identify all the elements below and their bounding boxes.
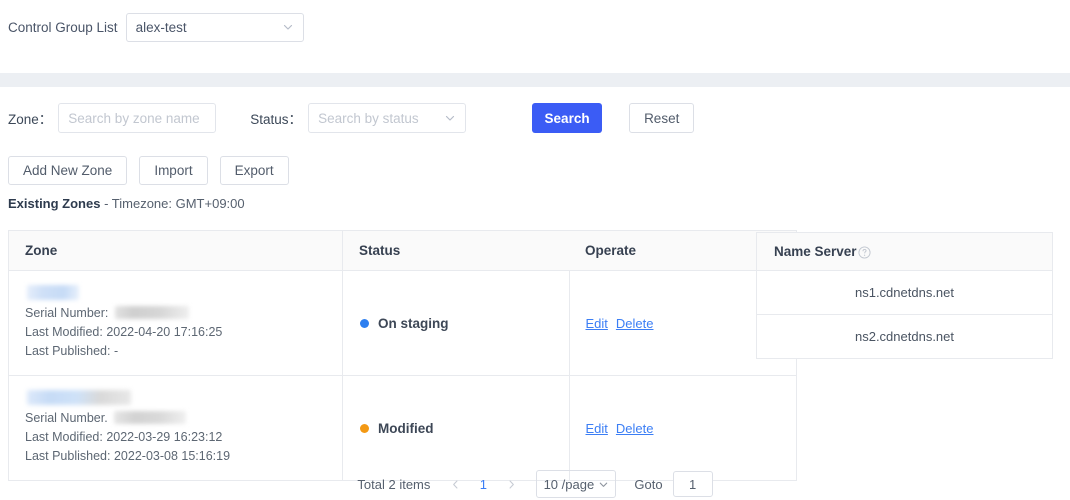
status-search-select[interactable]: Search by status: [308, 103, 467, 133]
status-cell: Modified: [342, 375, 570, 481]
chevron-down-icon: [598, 479, 609, 490]
delete-link[interactable]: Delete: [616, 316, 654, 331]
name-server-title: Name Server: [774, 244, 857, 259]
table-row: Serial Number: Last Modified: 2022-04-20…: [8, 270, 797, 376]
zone-action-toolbar: Add New Zone Import Export: [8, 156, 289, 185]
zone-filter-label: Zone：: [8, 112, 53, 127]
last-published-line: Last Published: -: [25, 342, 342, 361]
last-modified-value: 2022-03-29 16:23:12: [106, 430, 223, 444]
control-group-value: alex-test: [135, 19, 187, 35]
name-server-header-row: Name Server: [756, 232, 1053, 271]
status-dot: [360, 423, 369, 433]
control-group-select[interactable]: alex-test: [125, 12, 304, 42]
zone-cell: Serial Number: Last Modified: 2022-04-20…: [8, 270, 343, 376]
page-size-select[interactable]: 10 /page: [536, 470, 617, 498]
column-header-status: Status: [342, 230, 569, 271]
status-cell: On staging: [342, 270, 570, 376]
serial-number-label: Serial Number:: [25, 306, 109, 320]
status-label: On staging: [378, 315, 449, 331]
filter-toolbar: Zone： Status： Search by status Search Re…: [0, 103, 1070, 133]
serial-number-line: Serial Number.: [25, 409, 342, 428]
last-modified-value: 2022-04-20 17:16:25: [106, 325, 223, 339]
last-modified-line: Last Modified: 2022-03-29 16:23:12: [25, 428, 342, 447]
last-published-line: Last Published: 2022-03-08 15:16:19: [25, 447, 342, 466]
status-label: Modified: [378, 420, 434, 436]
control-group-bar: Control Group List alex-test: [0, 0, 1070, 42]
search-button[interactable]: Search: [532, 103, 603, 133]
control-group-label: Control Group List: [8, 19, 118, 35]
name-server-row: ns1.cdnetdns.net: [756, 270, 1053, 315]
zones-table: Zone Status Operate Serial Number: Last …: [8, 230, 797, 481]
column-header-name-server: Name Server: [756, 232, 1053, 271]
zone-cell: Serial Number. Last Modified: 2022-03-29…: [8, 375, 343, 481]
last-published-value: -: [113, 344, 119, 358]
last-published-label: Last Published:: [25, 344, 111, 358]
zone-search-input[interactable]: [58, 103, 217, 133]
status-dot: [360, 318, 369, 328]
pagination: Total 2 items 1 10 /page Goto: [0, 470, 1070, 498]
serial-number-redacted: [114, 306, 189, 320]
name-server-value: ns1.cdnetdns.net: [756, 270, 1053, 315]
section-divider-band: [0, 73, 1070, 87]
goto-page-input[interactable]: [672, 471, 713, 497]
name-server-row: ns2.cdnetdns.net: [757, 315, 1053, 359]
existing-zones-title: Existing Zones: [8, 196, 101, 211]
reset-button[interactable]: Reset: [629, 103, 695, 133]
zone-name-redacted: [27, 285, 79, 300]
status-select-placeholder: Search by status: [318, 110, 419, 126]
page-size-label: 10 /page: [543, 476, 595, 492]
name-server-table: Name Server ns1.cdnetdns.net ns2.cdnetdn…: [756, 232, 1053, 359]
table-header-row: Zone Status Operate: [8, 230, 797, 271]
last-published-value: 2022-03-08 15:16:19: [113, 449, 231, 463]
column-header-zone: Zone: [8, 230, 343, 271]
export-button[interactable]: Export: [219, 156, 289, 185]
chevron-left-icon[interactable]: [446, 474, 464, 494]
table-row: Serial Number. Last Modified: 2022-03-29…: [8, 375, 797, 481]
page-number-1[interactable]: 1: [474, 477, 492, 492]
serial-number-line: Serial Number:: [25, 304, 342, 323]
goto-label: Goto: [634, 476, 663, 492]
edit-link[interactable]: Edit: [586, 316, 608, 331]
question-circle-icon[interactable]: [858, 246, 871, 259]
operate-cell: Edit Delete: [569, 376, 797, 481]
status-filter-label: Status：: [250, 112, 303, 127]
name-server-value: ns2.cdnetdns.net: [854, 329, 955, 344]
serial-number-label: Serial Number.: [25, 411, 108, 425]
last-modified-label: Last Modified:: [25, 325, 103, 339]
timezone-text: Timezone: GMT+09:00: [111, 196, 245, 211]
chevron-right-icon[interactable]: [502, 474, 520, 494]
add-new-zone-button[interactable]: Add New Zone: [8, 156, 128, 185]
chevron-down-icon: [444, 112, 456, 124]
import-button[interactable]: Import: [139, 156, 208, 185]
chevron-down-icon: [282, 21, 294, 33]
total-items-text: Total 2 items: [357, 476, 431, 492]
delete-link[interactable]: Delete: [616, 421, 654, 436]
existing-zones-caption: Existing Zones - Timezone: GMT+09:00: [8, 196, 245, 211]
serial-number-redacted: [114, 411, 187, 425]
edit-link[interactable]: Edit: [586, 421, 608, 436]
zone-name-redacted: [27, 390, 131, 405]
caption-separator: -: [100, 196, 112, 211]
last-published-label: Last Published:: [25, 449, 111, 463]
last-modified-line: Last Modified: 2022-04-20 17:16:25: [25, 323, 342, 342]
last-modified-label: Last Modified:: [25, 430, 103, 444]
